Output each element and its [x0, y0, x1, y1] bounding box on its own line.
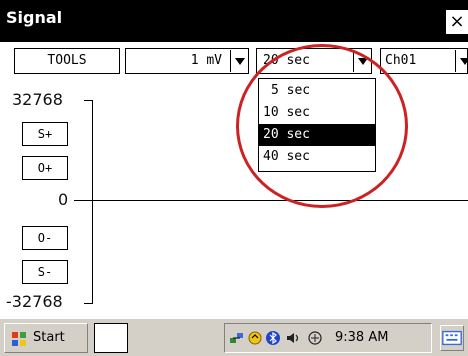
taskbar: Start 9:38 AM: [0, 318, 468, 356]
y-zero-label: 0: [58, 190, 69, 209]
keyboard-icon[interactable]: [440, 325, 464, 351]
channel-select[interactable]: Ch01: [380, 48, 468, 74]
y-max-label: 32768: [12, 90, 63, 109]
y-min-label: -32768: [6, 292, 63, 311]
window-title: Signal: [6, 8, 63, 27]
scale-up-button[interactable]: S+: [22, 122, 68, 146]
range-value: 1 mV: [190, 53, 222, 68]
time-window-value: 20 sec: [263, 53, 310, 68]
dropdown-option-20-sec[interactable]: 20 sec: [259, 124, 375, 146]
y-axis-tick-top: [84, 100, 92, 101]
time-window-select[interactable]: 20 sec: [256, 48, 372, 74]
y-axis-line: [92, 100, 93, 304]
taskbar-app-button[interactable]: [94, 323, 128, 353]
offset-up-button[interactable]: O+: [22, 156, 68, 180]
close-icon: ×: [449, 11, 465, 32]
zero-baseline: [74, 200, 468, 201]
infrared-icon[interactable]: [307, 330, 323, 346]
dropdown-arrow-icon[interactable]: [353, 50, 371, 72]
bluetooth-icon[interactable]: [265, 330, 281, 346]
dropdown-option-40-sec[interactable]: 40 sec: [259, 146, 375, 168]
toolbar: TOOLS 1 mV 20 sec Ch01: [0, 42, 468, 74]
dropdown-option-5-sec[interactable]: 5 sec: [259, 80, 375, 102]
windows-logo-icon: [12, 332, 26, 346]
range-select[interactable]: 1 mV: [125, 48, 249, 74]
tools-button[interactable]: TOOLS: [14, 48, 120, 74]
y-axis-tick-bottom: [84, 303, 92, 304]
signal-plot: 32768 0 -32768 S+ O+ O- S-: [0, 74, 468, 318]
close-button[interactable]: ×: [446, 10, 468, 34]
title-bar: Signal ×: [0, 0, 468, 42]
clock[interactable]: 9:38 AM: [335, 330, 388, 345]
dropdown-arrow-icon[interactable]: [455, 50, 468, 72]
system-tray: 9:38 AM: [224, 323, 432, 353]
dropdown-option-10-sec[interactable]: 10 sec: [259, 102, 375, 124]
offset-down-button[interactable]: O-: [22, 226, 68, 250]
dropdown-arrow-icon[interactable]: [230, 50, 248, 72]
volume-icon[interactable]: [285, 330, 301, 346]
start-button[interactable]: Start: [4, 323, 88, 353]
channel-value: Ch01: [385, 53, 417, 68]
start-label: Start: [33, 330, 65, 345]
time-window-dropdown-list: 5 sec 10 sec 20 sec 40 sec: [258, 78, 376, 172]
sync-icon[interactable]: [247, 330, 263, 346]
network-icon[interactable]: [229, 330, 245, 346]
scale-down-button[interactable]: S-: [22, 260, 68, 284]
